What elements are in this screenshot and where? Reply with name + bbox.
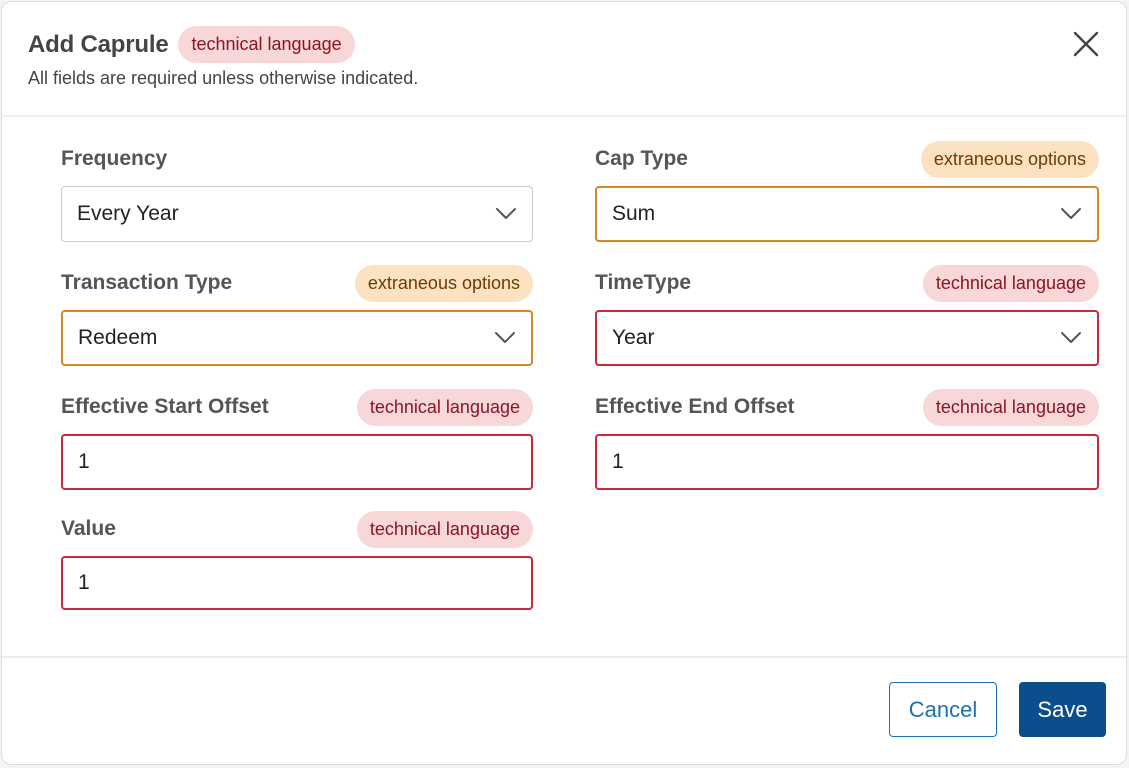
transaction-type-value: Redeem [78, 326, 158, 349]
dialog-header: Add Caprule technical language All field… [2, 2, 1126, 117]
cap-type-extraneous-options-badge: extraneous options [920, 140, 1099, 178]
transaction-type-select[interactable]: Redeem [61, 310, 533, 366]
add-caprule-dialog: Add Caprule technical language All field… [1, 1, 1127, 765]
chevron-down-icon [495, 332, 515, 343]
effective-end-offset-label: Effective End Offset [595, 395, 795, 418]
cap-type-select[interactable]: Sum [595, 186, 1099, 242]
effective-end-offset-technical-language-badge: technical language [922, 388, 1099, 426]
effective-start-offset-label: Effective Start Offset [61, 395, 269, 418]
save-button[interactable]: Save [1019, 682, 1106, 737]
effective-end-offset-input[interactable]: 1 [595, 434, 1099, 490]
chevron-down-icon [496, 208, 516, 219]
chevron-down-icon [1061, 208, 1081, 219]
value-technical-language-badge: technical language [356, 510, 533, 548]
frequency-select[interactable]: Every Year [61, 186, 533, 242]
close-button[interactable] [1070, 28, 1102, 60]
time-type-technical-language-badge: technical language [922, 264, 1099, 302]
chevron-down-icon [1061, 332, 1081, 343]
cap-type-value: Sum [612, 202, 656, 225]
frequency-field: Frequency Every Year [61, 139, 533, 242]
frequency-label: Frequency [61, 147, 168, 170]
time-type-field: TimeType technical language Year [595, 263, 1099, 366]
title-row: Add Caprule technical language [28, 26, 355, 63]
value-input[interactable]: 1 [61, 556, 533, 610]
frequency-value: Every Year [77, 202, 179, 225]
effective-start-offset-value: 1 [78, 450, 90, 473]
cap-type-label: Cap Type [595, 147, 688, 170]
transaction-type-field: Transaction Type extraneous options Rede… [61, 263, 533, 366]
dialog-footer: Cancel Save [2, 656, 1126, 764]
effective-start-offset-technical-language-badge: technical language [356, 388, 533, 426]
effective-start-offset-field: Effective Start Offset technical languag… [61, 387, 533, 490]
value-field: Value technical language 1 [61, 509, 533, 610]
dialog-subtitle: All fields are required unless otherwise… [28, 68, 419, 88]
effective-end-offset-value: 1 [612, 450, 624, 473]
effective-end-offset-field: Effective End Offset technical language … [595, 387, 1099, 490]
transaction-type-extraneous-options-badge: extraneous options [354, 264, 533, 302]
transaction-type-label: Transaction Type [61, 271, 233, 294]
close-icon [1073, 31, 1099, 57]
value-value: 1 [78, 571, 90, 594]
cap-type-field: Cap Type extraneous options Sum [595, 139, 1099, 242]
time-type-label: TimeType [595, 271, 692, 294]
time-type-value: Year [612, 326, 655, 349]
cancel-button[interactable]: Cancel [889, 682, 997, 737]
title-technical-language-badge: technical language [178, 26, 355, 63]
value-label: Value [61, 517, 116, 540]
time-type-select[interactable]: Year [595, 310, 1099, 366]
dialog-title: Add Caprule [28, 30, 169, 58]
effective-start-offset-input[interactable]: 1 [61, 434, 533, 490]
